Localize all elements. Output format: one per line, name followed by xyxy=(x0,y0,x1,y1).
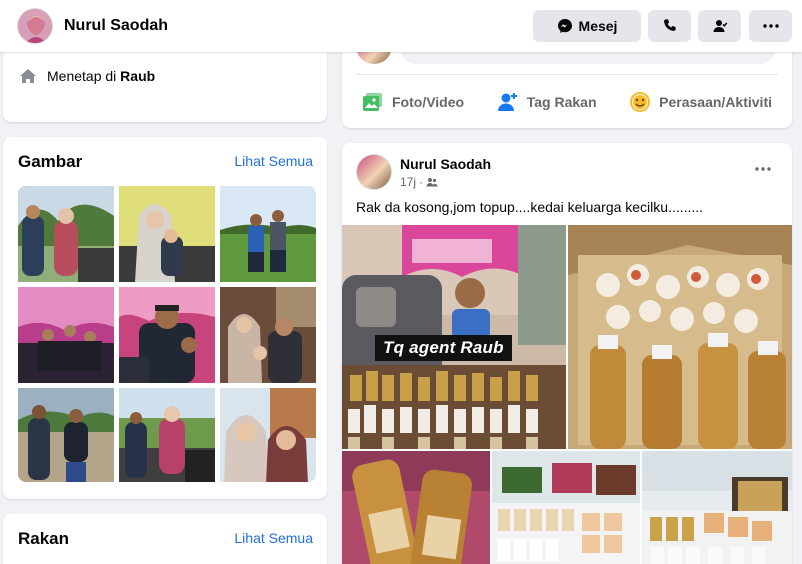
profile-name[interactable]: Nurul Saodah xyxy=(64,17,168,35)
photo-thumbnail[interactable] xyxy=(119,388,215,482)
composer-divider xyxy=(356,74,778,75)
post-image[interactable]: Tq agent Raub xyxy=(342,225,566,449)
photo-grid xyxy=(18,186,316,482)
friend-icon xyxy=(712,18,728,34)
photo-thumbnail[interactable] xyxy=(18,388,114,482)
lives-in-label: Menetap di xyxy=(47,68,117,84)
post-author-avatar[interactable] xyxy=(356,154,392,190)
photo-thumbnail[interactable] xyxy=(18,186,114,282)
message-button[interactable]: Mesej xyxy=(533,10,641,42)
call-button[interactable] xyxy=(648,10,691,42)
composer-actions: Foto/Video Tag Rakan Perasaan/Aktiviti xyxy=(356,84,778,120)
post-text: Rak da kosong,jom topup....kedai keluarg… xyxy=(356,199,704,215)
post-image[interactable] xyxy=(642,451,792,564)
photo-thumbnail[interactable] xyxy=(119,287,215,383)
photo-thumbnail[interactable] xyxy=(119,186,215,282)
friends-title[interactable]: Rakan xyxy=(18,529,69,549)
photos-title[interactable]: Gambar xyxy=(18,152,82,172)
photo-thumbnail[interactable] xyxy=(220,186,316,282)
phone-icon xyxy=(662,18,678,34)
post-card: Nurul Saodah 17j · Rak da kosong,jom top… xyxy=(342,143,792,564)
post-time[interactable]: 17j xyxy=(400,175,416,189)
profile-avatar[interactable] xyxy=(17,8,53,44)
profile-header-bar: Nurul Saodah Mesej xyxy=(0,0,802,52)
post-image[interactable] xyxy=(492,451,640,564)
message-button-label: Mesej xyxy=(578,18,618,34)
post-more-button[interactable] xyxy=(748,157,778,181)
intro-card: Menetap di Raub xyxy=(3,46,327,122)
friends-card: Rakan Lihat Semua xyxy=(3,514,327,564)
home-icon xyxy=(19,68,37,84)
friends-icon xyxy=(426,177,438,187)
messenger-icon xyxy=(557,18,573,34)
photo-thumbnail[interactable] xyxy=(18,287,114,383)
tag-friend-icon xyxy=(497,91,519,113)
feeling-icon xyxy=(629,91,651,113)
post-meta: 17j · xyxy=(400,175,438,189)
post-author-name[interactable]: Nurul Saodah xyxy=(400,156,491,172)
photo-video-button[interactable]: Foto/Video xyxy=(356,91,470,113)
lives-in-row: Menetap di Raub xyxy=(19,68,155,84)
photos-see-all-link[interactable]: Lihat Semua xyxy=(234,153,313,169)
post-image[interactable] xyxy=(342,451,490,564)
feeling-activity-button[interactable]: Perasaan/Aktiviti xyxy=(623,91,778,113)
photo-thumbnail[interactable] xyxy=(220,388,316,482)
photos-card: Gambar Lihat Semua xyxy=(3,137,327,499)
lives-in-place[interactable]: Raub xyxy=(120,68,155,84)
post-image[interactable] xyxy=(568,225,792,449)
more-button[interactable] xyxy=(749,10,792,42)
more-icon xyxy=(755,167,771,171)
photo-video-label: Foto/Video xyxy=(392,94,465,110)
friend-button[interactable] xyxy=(698,10,741,42)
tag-friend-label: Tag Rakan xyxy=(526,94,597,110)
feeling-activity-label: Perasaan/Aktiviti xyxy=(659,94,772,110)
photo-thumbnail[interactable] xyxy=(220,287,316,383)
photo-video-icon xyxy=(362,91,384,113)
friends-see-all-link[interactable]: Lihat Semua xyxy=(234,530,313,546)
post-image-caption: Tq agent Raub xyxy=(375,335,512,361)
more-icon xyxy=(762,24,779,28)
tag-friend-button[interactable]: Tag Rakan xyxy=(491,91,603,113)
